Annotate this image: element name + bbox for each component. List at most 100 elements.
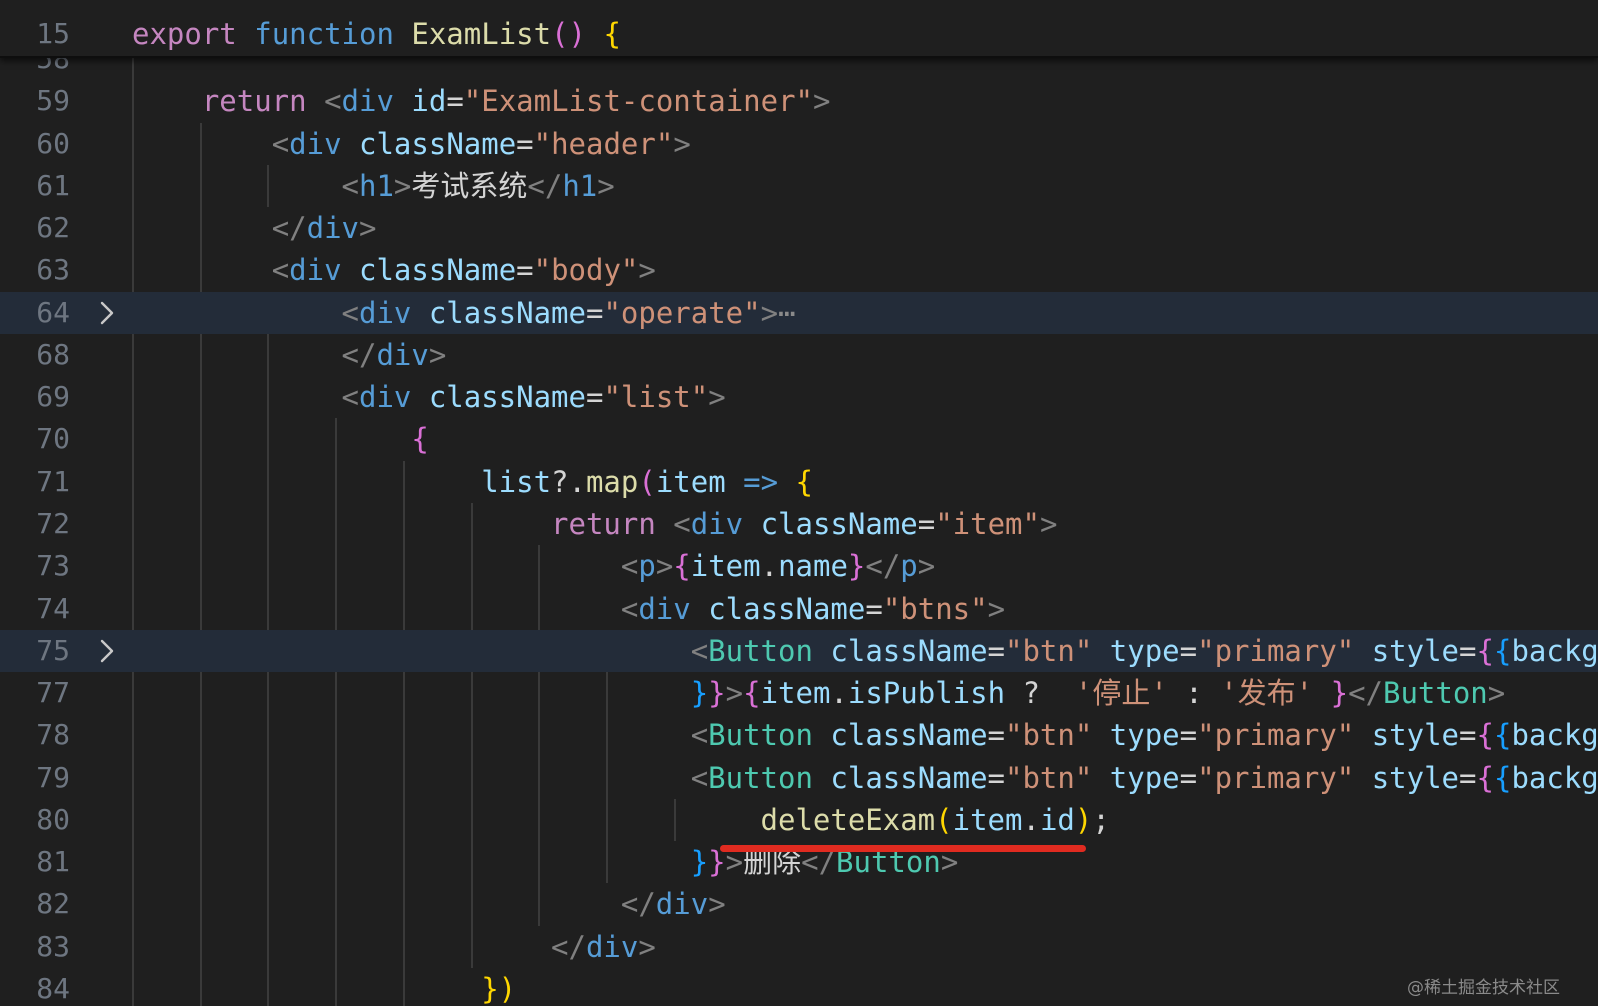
code-token: style: [1371, 718, 1460, 753]
code-text[interactable]: <div className="list">: [132, 376, 726, 418]
code-line[interactable]: 78 <Button className="btn" type="primary…: [0, 714, 1598, 756]
code-token: =: [1179, 718, 1198, 753]
code-line[interactable]: 73 <p>{item.name}</p>: [0, 545, 1598, 587]
code-text[interactable]: {: [132, 418, 429, 460]
line-number: 59: [36, 84, 70, 118]
code-line[interactable]: 74 <div className="btns">: [0, 588, 1598, 630]
fold-chevron-icon[interactable]: [92, 630, 122, 672]
code-line[interactable]: 80 deleteExam(item.id);: [0, 799, 1598, 841]
code-token: style: [1371, 633, 1460, 668]
code-token: Button: [1382, 676, 1488, 711]
code-text[interactable]: <div className="body">: [132, 249, 656, 291]
code-token: </: [341, 337, 377, 372]
code-text[interactable]: }): [132, 968, 516, 1006]
code-token: div: [358, 295, 412, 330]
code-text[interactable]: <Button className="btn" type="primary" s…: [132, 757, 1598, 799]
code-token: div: [358, 380, 412, 415]
code-token: div: [376, 337, 429, 372]
line-number: 61: [36, 168, 70, 202]
code-token: Button: [708, 718, 813, 753]
code-text[interactable]: </div>: [132, 883, 726, 925]
code-line[interactable]: 84 }): [0, 968, 1598, 1006]
code-token: >: [987, 591, 1006, 626]
code-line[interactable]: 62 </div>: [0, 207, 1598, 249]
code-text[interactable]: </div>: [132, 207, 377, 249]
code-text[interactable]: deleteExam(item.id);: [132, 799, 1110, 841]
code-token: backgr: [1511, 760, 1598, 795]
code-line[interactable]: 60 <div className="header">: [0, 123, 1598, 165]
code-line[interactable]: 77 }}>{item.isPublish ? '停止' : '发布' }</B…: [0, 672, 1598, 714]
code-text[interactable]: <h1>考试系统</h1>: [132, 165, 615, 207]
code-token: <: [324, 84, 342, 119]
code-token: div: [638, 591, 691, 626]
code-token: "list": [603, 380, 709, 415]
code-token: div: [341, 84, 394, 119]
sticky-scroll-header[interactable]: 15 export function ExamList() {: [0, 0, 1598, 58]
code-line[interactable]: 72 return <div className="item">: [0, 503, 1598, 545]
code-text[interactable]: <p>{item.name}</p>: [132, 545, 935, 587]
code-line[interactable]: 79 <Button className="btn" type="primary…: [0, 757, 1598, 799]
sticky-code-line[interactable]: export function ExamList() {: [132, 13, 621, 55]
code-text[interactable]: <div className="btns">: [132, 588, 1005, 630]
code-line[interactable]: 68 </div>: [0, 334, 1598, 376]
code-token: >: [393, 168, 412, 203]
code-token: id: [411, 84, 447, 119]
code-text[interactable]: return <div className="item">: [132, 503, 1057, 545]
code-token: }: [690, 676, 709, 711]
code-line[interactable]: 83 </div>: [0, 926, 1598, 968]
line-number: 82: [36, 887, 70, 921]
code-line[interactable]: 71 list?.map(item => {: [0, 461, 1598, 503]
code-token: '发布': [1220, 676, 1314, 711]
code-line[interactable]: 63 <div className="body">: [0, 249, 1598, 291]
code-line[interactable]: 82 </div>: [0, 883, 1598, 925]
code-token: >: [638, 253, 656, 288]
code-token: {: [1476, 718, 1494, 753]
code-text[interactable]: <div className="header">: [132, 123, 691, 165]
code-token: }: [1330, 676, 1349, 711]
code-token: <: [690, 760, 709, 795]
code-text[interactable]: </div>: [132, 334, 447, 376]
code-editor[interactable]: 15 export function ExamList() { 58 59 ret…: [0, 0, 1598, 1006]
code-token: {: [411, 422, 429, 457]
line-number: 74: [36, 591, 70, 625]
code-text[interactable]: <div className="operate">⋯: [132, 292, 796, 334]
code-token: =: [446, 84, 464, 119]
code-line[interactable]: 64 <div className="operate">⋯: [0, 291, 1598, 334]
code-line[interactable]: 59 return <div id="ExamList-container">: [0, 80, 1598, 122]
code-text[interactable]: list?.map(item => {: [132, 461, 813, 503]
code-token: <: [673, 506, 691, 541]
code-line[interactable]: 75 <Button className="btn" type="primary…: [0, 629, 1598, 673]
code-token: {: [795, 464, 813, 499]
code-token: className: [830, 718, 988, 753]
code-token: className: [708, 591, 866, 626]
code-text[interactable]: return <div id="ExamList-container">: [132, 80, 831, 122]
code-line[interactable]: 70 {: [0, 418, 1598, 460]
code-token: .: [830, 676, 848, 711]
code-token: div: [690, 506, 744, 541]
code-text[interactable]: </div>: [132, 926, 656, 968]
code-token: =: [987, 760, 1006, 795]
code-token: className: [830, 633, 988, 668]
code-token: </: [865, 549, 901, 584]
line-number: 70: [36, 422, 70, 456]
code-token: =: [987, 718, 1006, 753]
code-token: div: [306, 211, 359, 246]
code-text[interactable]: <Button className="btn" type="primary" s…: [132, 714, 1598, 756]
fold-chevron-icon[interactable]: [92, 292, 122, 334]
code-text[interactable]: }}>{item.isPublish ? '停止' : '发布' }</Butt…: [132, 672, 1506, 714]
code-text[interactable]: <Button className="btn" type="primary" s…: [132, 630, 1598, 672]
line-number: 64: [36, 295, 70, 329]
code-line[interactable]: 69 <div className="list">: [0, 376, 1598, 418]
code-line[interactable]: 61 <h1>考试系统</h1>: [0, 165, 1598, 207]
line-number: 73: [36, 549, 70, 583]
